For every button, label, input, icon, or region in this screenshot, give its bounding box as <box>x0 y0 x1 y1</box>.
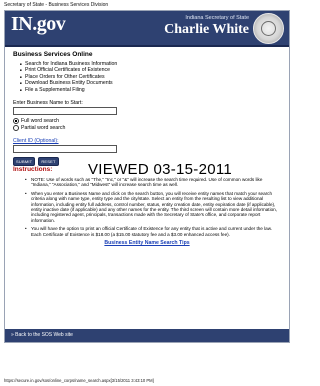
radio-selected-icon[interactable] <box>13 118 19 125</box>
radio-unselected-icon[interactable] <box>13 125 19 132</box>
services-list: Search for Indiana Business Information … <box>20 61 281 93</box>
full-word-search-label: Full word search <box>21 118 60 125</box>
client-id-link[interactable]: Client ID (Optional): <box>13 138 281 144</box>
submit-button[interactable]: SUBMIT <box>13 157 36 167</box>
partial-word-search-label: Partial word search <box>21 125 66 132</box>
instructions-list: NOTE: Use of words such as "The," "Inc,"… <box>25 177 277 237</box>
footer-bar: » Back to the SOS Web site <box>5 329 289 342</box>
search-tips-link[interactable]: Business Entity Name Search Tips <box>13 240 281 246</box>
ingov-logo[interactable]: IN.gov <box>11 13 66 36</box>
section-title: Business Services Online <box>13 51 93 58</box>
service-item: File a Supplemental Filing <box>20 87 281 94</box>
state-seal-icon <box>253 13 284 44</box>
back-to-sos-link[interactable]: » Back to the SOS Web site <box>11 332 73 338</box>
full-word-search-option[interactable]: Full word search <box>13 118 281 125</box>
partial-word-search-option[interactable]: Partial word search <box>13 125 281 132</box>
instruction-item: You will have the option to print an off… <box>25 226 277 237</box>
business-name-label: Enter Business Name to Start: <box>13 100 83 107</box>
browser-window-title: Secretary of State - Business Services D… <box>4 2 109 8</box>
header-banner: IN.gov Indiana Secretary of State Charli… <box>5 11 289 47</box>
business-name-input[interactable] <box>13 107 117 116</box>
main-content: Business Services Online Search for Indi… <box>13 51 281 246</box>
client-id-input[interactable] <box>13 145 117 154</box>
department-name: Indiana Secretary of State <box>185 15 249 21</box>
page-url: https://secure.in.gov/sos/online_corps/n… <box>4 378 154 383</box>
viewed-date-stamp: VIEWED 03-15-2011 <box>88 161 233 178</box>
instruction-item: When you enter a Business Name and click… <box>25 191 277 223</box>
instruction-item: NOTE: Use of words such as "The," "Inc,"… <box>25 177 277 188</box>
reset-button[interactable]: RESET <box>38 157 59 167</box>
official-name: Charlie White <box>164 22 249 37</box>
